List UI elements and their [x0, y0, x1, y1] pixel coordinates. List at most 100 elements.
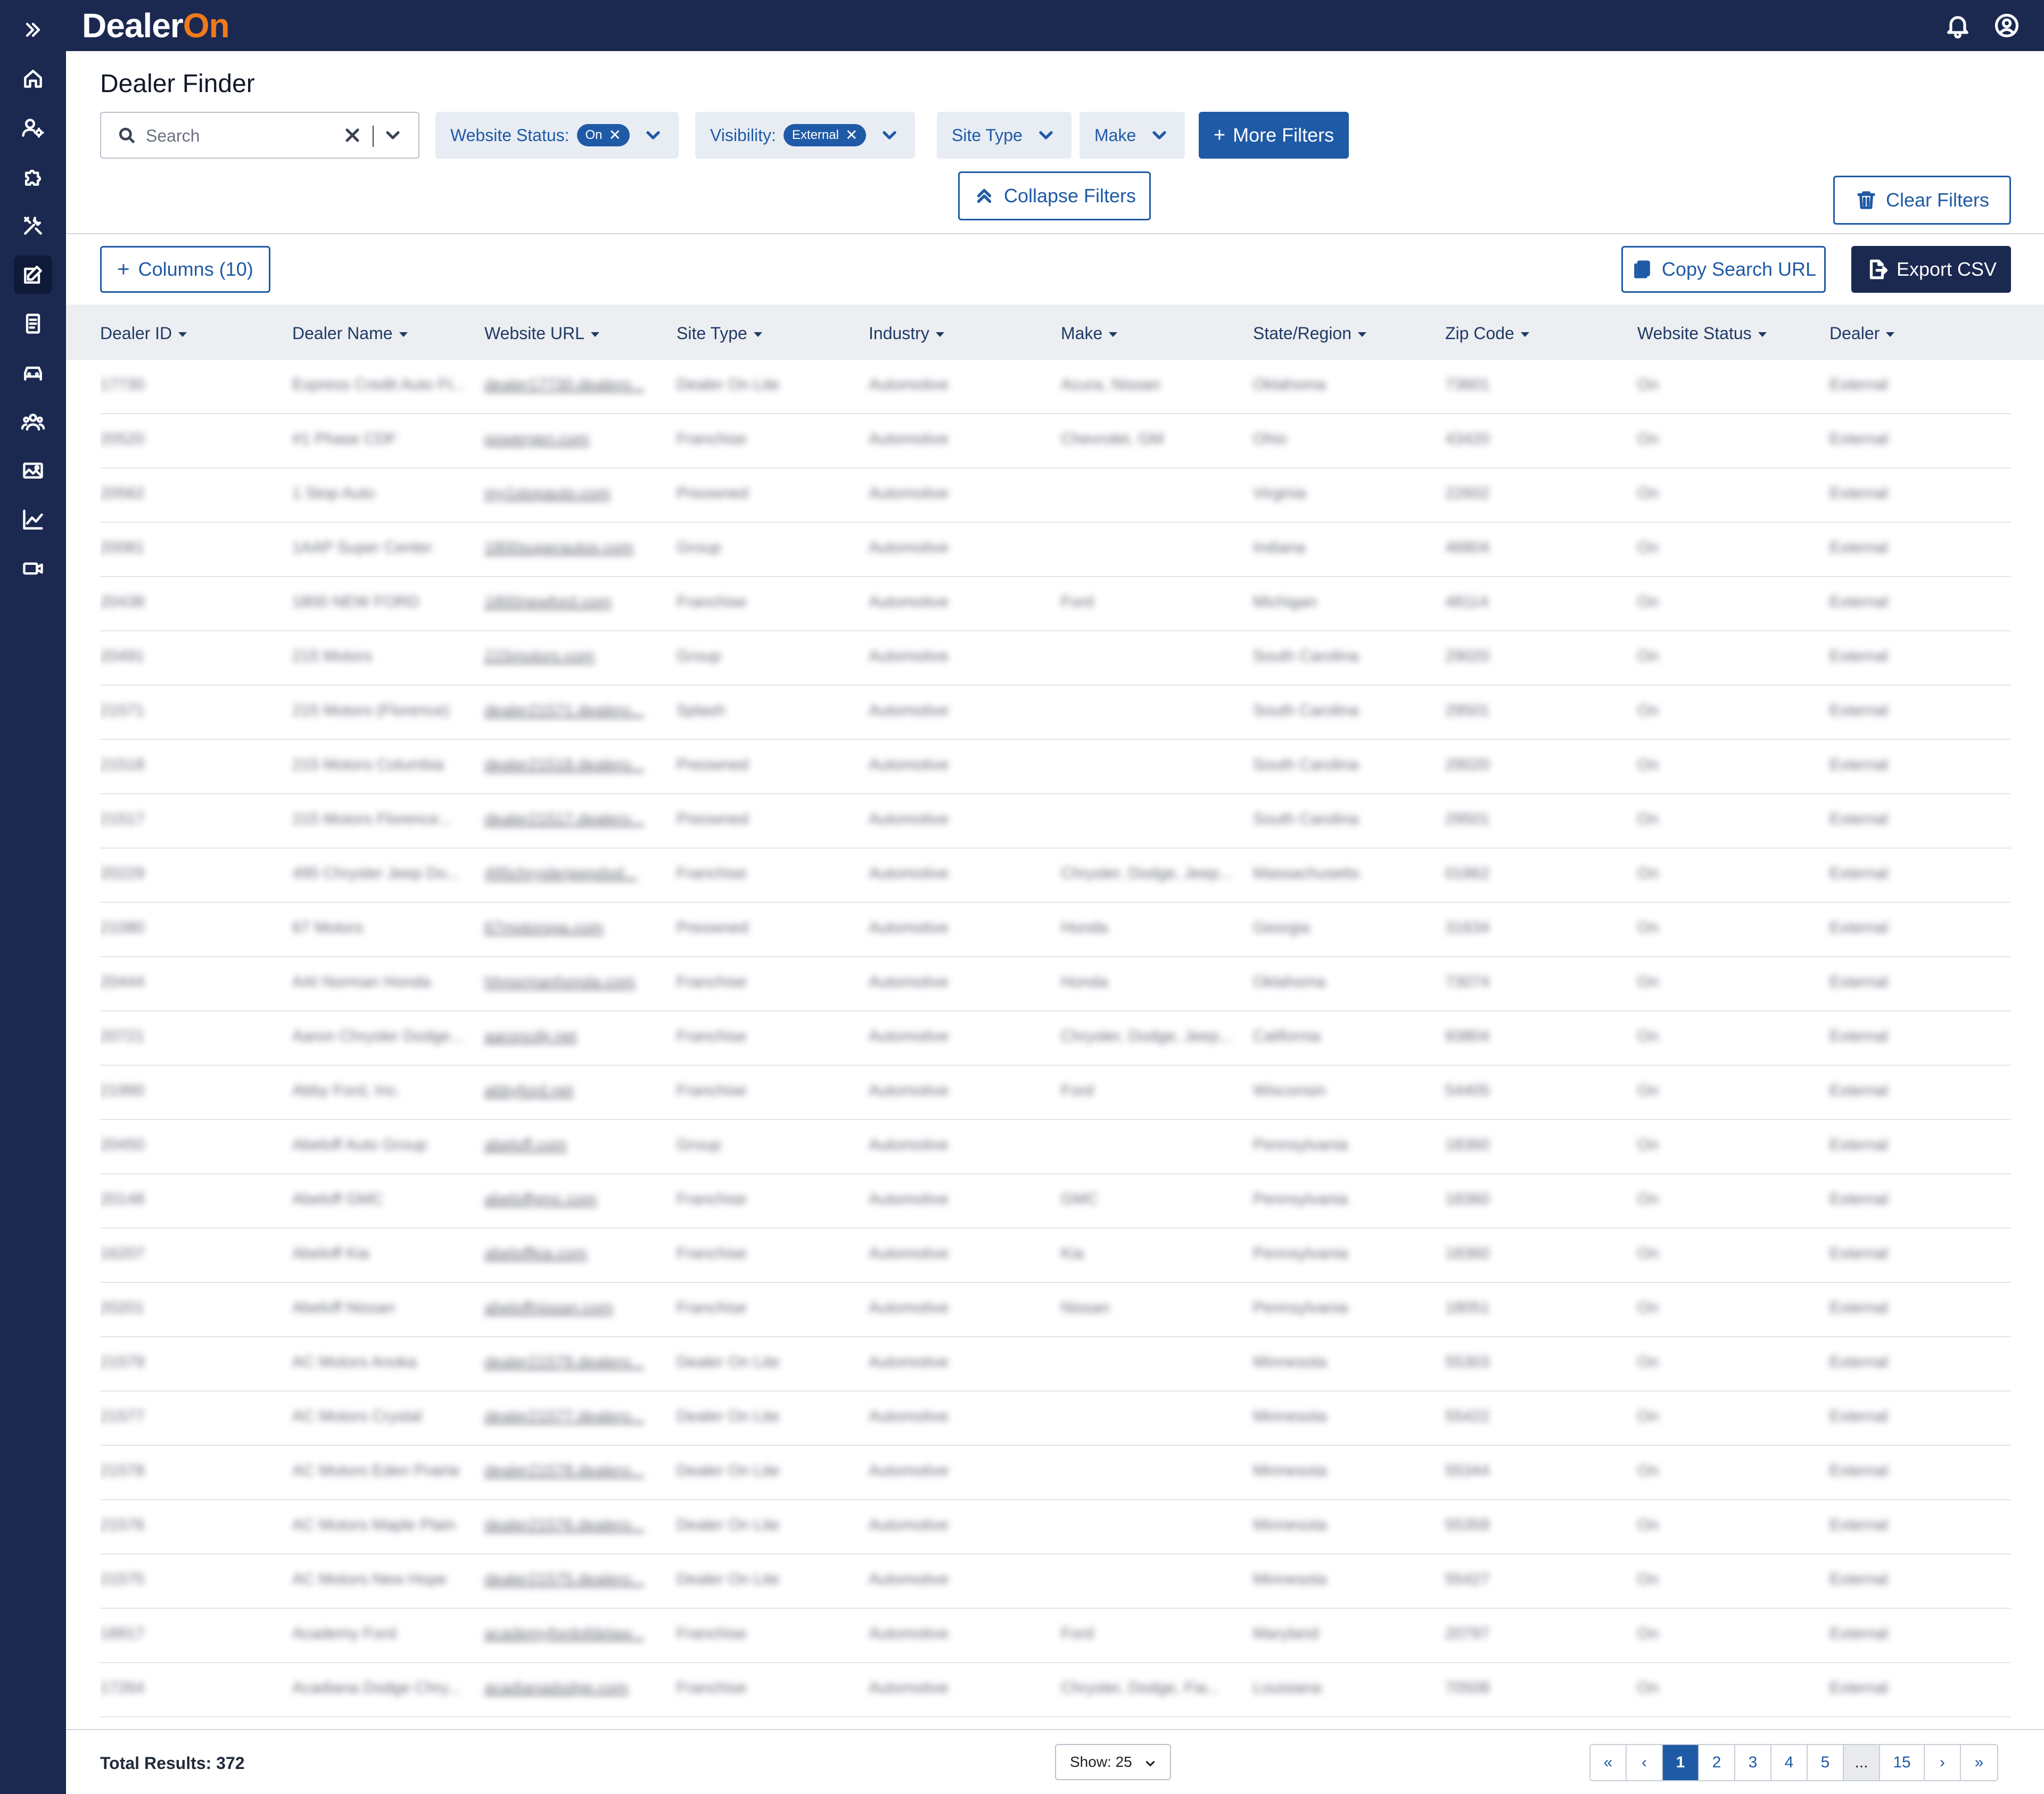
cell-website-url[interactable]: 495chryslerjeepdod...	[484, 865, 660, 883]
user-settings-icon[interactable]	[14, 109, 52, 147]
sort-caret-icon[interactable]	[1758, 332, 1767, 338]
column-header-make[interactable]: Make	[1061, 324, 1118, 343]
prev-page-button[interactable]: ‹	[1627, 1745, 1663, 1780]
cell-website-url[interactable]: aaroncdjr.net	[484, 1027, 660, 1046]
table-row[interactable]: 16207 Abeloff Kia abeloffkia.com Franchise A…	[100, 1229, 2011, 1283]
table-row[interactable]: 17730 Express Credit Auto Ft... dealer1773…	[100, 360, 2011, 414]
copy-search-url-button[interactable]: Copy Search URL	[1621, 246, 1826, 293]
column-header-dealer-name[interactable]: Dealer Name	[292, 324, 408, 343]
cell-website-url[interactable]: acadianadodge.com	[484, 1679, 660, 1697]
sort-caret-icon[interactable]	[935, 332, 944, 338]
search-input[interactable]	[146, 122, 327, 149]
bell-icon[interactable]	[1944, 12, 1972, 39]
table-row[interactable]: 21990 Abby Ford, Inc. abbyford.net Franchis…	[100, 1066, 2011, 1120]
column-header-dealer[interactable]: Dealer	[1829, 324, 1895, 343]
table-row[interactable]: 21575 AC Motors New Hope dealer21575.deale…	[100, 1554, 2011, 1609]
clear-search-icon[interactable]	[342, 125, 363, 146]
site-type-filter[interactable]: Site Type	[937, 112, 1072, 159]
page-button[interactable]: 2	[1699, 1745, 1735, 1780]
make-filter[interactable]: Make	[1079, 112, 1185, 159]
table-row[interactable]: 21577 AC Motors Crystal dealer21577.dealer…	[100, 1392, 2011, 1446]
chevrons-right-icon[interactable]	[14, 11, 52, 49]
column-header-dealer-id[interactable]: Dealer ID	[100, 324, 187, 343]
column-header-website-url[interactable]: Website URL	[484, 324, 599, 343]
cell-website-url[interactable]: dealer21575.dealero...	[484, 1570, 660, 1589]
table-row[interactable]: 21080 67 Motors 67motorsga.com Preowned Auto…	[100, 903, 2011, 957]
chevron-down-icon[interactable]	[1149, 125, 1170, 146]
remove-filter-icon[interactable]: ✕	[845, 128, 858, 143]
table-row[interactable]: 20450 Abeloff Auto Group abeloff.com Group A…	[100, 1120, 2011, 1174]
last-page-button[interactable]: »	[1961, 1745, 1997, 1780]
table-row[interactable]: 21576 AC Motors Maple Plain dealer21576.de…	[100, 1500, 2011, 1554]
chevron-down-icon[interactable]	[1035, 125, 1057, 146]
cell-website-url[interactable]: 67motorsga.com	[484, 919, 660, 937]
cell-website-url[interactable]: dealer21578.dealero...	[484, 1462, 660, 1480]
tools-icon[interactable]	[14, 207, 52, 245]
cell-website-url[interactable]: dealer21577.dealero...	[484, 1408, 660, 1426]
video-icon[interactable]	[14, 549, 52, 588]
cell-website-url[interactable]: abeloffkia.com	[484, 1245, 660, 1263]
sort-caret-icon[interactable]	[399, 332, 408, 338]
chevron-down-icon[interactable]	[382, 125, 406, 148]
puzzle-icon[interactable]	[14, 158, 52, 196]
column-header-zip-code[interactable]: Zip Code	[1445, 324, 1529, 343]
table-row[interactable]: 17264 Acadiana Dodge Chry... acadianadodge…	[100, 1663, 2011, 1717]
table-row[interactable]: 20201 Abeloff Nissan abeloffnissan.com Fran…	[100, 1283, 2011, 1337]
edit-icon[interactable]	[14, 256, 52, 294]
next-page-button[interactable]: ›	[1925, 1745, 1961, 1780]
cell-website-url[interactable]: abeloffgmc.com	[484, 1190, 660, 1208]
home-icon[interactable]	[14, 60, 52, 98]
cell-website-url[interactable]: my1stopauto.com	[484, 484, 660, 503]
cell-website-url[interactable]: dealer17730.dealero...	[484, 376, 660, 394]
table-row[interactable]: 21571 215 Motors (Florence) dealer21571.de…	[100, 686, 2011, 740]
page-button[interactable]: 5	[1808, 1745, 1844, 1780]
page-button[interactable]: 1	[1663, 1745, 1699, 1780]
cell-website-url[interactable]: hhnormanhonda.com	[484, 973, 660, 991]
car-icon[interactable]	[14, 353, 52, 392]
cell-website-url[interactable]: 215motors.com	[484, 647, 660, 665]
remove-filter-icon[interactable]: ✕	[609, 128, 621, 143]
first-page-button[interactable]: «	[1590, 1745, 1627, 1780]
more-filters-button[interactable]: + More Filters	[1199, 112, 1349, 159]
cell-website-url[interactable]: 1800newford.com	[484, 593, 660, 611]
sort-caret-icon[interactable]	[753, 332, 762, 338]
table-row[interactable]: 18917 Academy Ford academyfordofdelaw... Fr…	[100, 1609, 2011, 1663]
cell-website-url[interactable]: abeloff.com	[484, 1136, 660, 1154]
table-row[interactable]: 20562 1 Stop Auto my1stopauto.com Preowned A…	[100, 468, 2011, 523]
table-row[interactable]: 20520 #1 Phase CDF powergen.com Franchise Au…	[100, 414, 2011, 468]
sort-caret-icon[interactable]	[1109, 332, 1118, 338]
cell-website-url[interactable]: abbyford.net	[484, 1082, 660, 1100]
page-button[interactable]: 3	[1735, 1745, 1771, 1780]
table-row[interactable]: 21517 215 Motors Florence... dealer21517.d…	[100, 794, 2011, 849]
sort-caret-icon[interactable]	[1520, 332, 1529, 338]
export-csv-button[interactable]: Export CSV	[1851, 246, 2011, 293]
chevron-down-icon[interactable]	[879, 125, 900, 146]
page-size-select[interactable]: Show: 25	[1055, 1744, 1171, 1780]
website-status-pill[interactable]: On ✕	[576, 124, 630, 146]
table-row[interactable]: 20721 Aaron Chrysler Dodge... aaroncdjr.ne…	[100, 1011, 2011, 1066]
sort-caret-icon[interactable]	[178, 332, 187, 338]
table-row[interactable]: 20444 AAI Norman Honda hhnormanhonda.com Fr…	[100, 957, 2011, 1011]
cell-website-url[interactable]: dealer21518.dealero...	[484, 756, 660, 774]
sort-caret-icon[interactable]	[1358, 332, 1367, 338]
clear-filters-button[interactable]: Clear Filters	[1833, 176, 2011, 225]
user-circle-icon[interactable]	[1993, 12, 2021, 39]
document-icon[interactable]	[14, 305, 52, 343]
search-box[interactable]	[100, 112, 419, 159]
cell-website-url[interactable]: powergen.com	[484, 430, 660, 448]
sort-caret-icon[interactable]	[590, 332, 599, 338]
columns-button[interactable]: + Columns (10)	[100, 246, 270, 293]
cell-website-url[interactable]: 1800superautos.com	[484, 539, 660, 557]
website-status-filter[interactable]: Website Status: On ✕	[435, 112, 679, 159]
cell-website-url[interactable]: abeloffnissan.com	[484, 1299, 660, 1317]
cell-website-url[interactable]: dealer21579.dealero...	[484, 1353, 660, 1371]
column-header-state-region[interactable]: State/Region	[1253, 324, 1367, 343]
table-row[interactable]: 20491 215 Motors 215motors.com Group Automot…	[100, 631, 2011, 686]
users-icon[interactable]	[14, 402, 52, 441]
table-row[interactable]: 20438 1800 NEW FORD 1800newford.com Franchi…	[100, 577, 2011, 631]
table-row[interactable]: 21578 AC Motors Eden Prairie dealer21578.d…	[100, 1446, 2011, 1500]
table-row[interactable]: 20148 Abeloff GMC abeloffgmc.com Franchise A…	[100, 1174, 2011, 1229]
chevron-down-icon[interactable]	[642, 125, 664, 146]
cell-website-url[interactable]: dealer21517.dealero...	[484, 810, 660, 828]
column-header-industry[interactable]: Industry	[869, 324, 944, 343]
